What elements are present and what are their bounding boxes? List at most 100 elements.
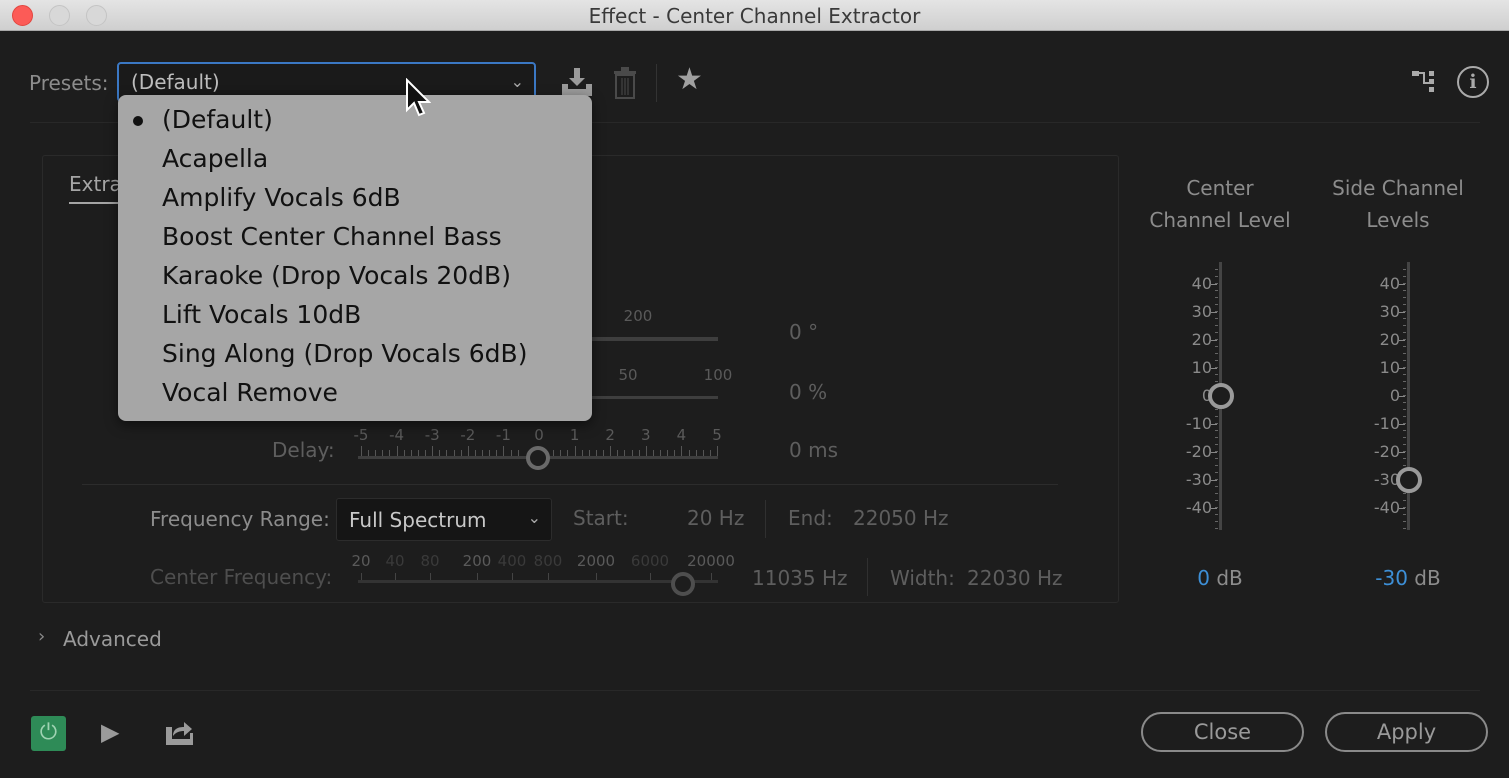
title-bar: Effect - Center Channel Extractor: [0, 0, 1509, 31]
center-frequency-knob[interactable]: [671, 572, 695, 596]
center-frequency-value: 11035 Hz: [752, 566, 848, 590]
center-title-line2: Channel Level: [1149, 208, 1291, 232]
delay-tick-mark: [361, 446, 362, 456]
center-level-unit: dB: [1216, 566, 1243, 590]
selected-bullet-icon: [133, 116, 143, 126]
delete-preset-icon[interactable]: [612, 66, 638, 100]
side-minor-tick: [1403, 429, 1406, 431]
play-icon[interactable]: ▶: [101, 718, 119, 746]
side-minor-tick: [1403, 520, 1406, 522]
preset-menu-item[interactable]: Karaoke (Drop Vocals 20dB): [162, 261, 511, 290]
side-minor-tick: [1403, 436, 1406, 438]
power-icon[interactable]: ⏻: [31, 716, 66, 751]
delay-tick-mark: [645, 446, 647, 456]
advanced-toggle[interactable]: Advanced: [63, 627, 162, 651]
delay-tick-mark: [610, 446, 612, 456]
apply-button[interactable]: Apply: [1325, 712, 1488, 752]
side-scale-label: 30: [1379, 302, 1400, 321]
preset-menu-item[interactable]: Amplify Vocals 6dB: [162, 183, 401, 212]
center-major-tick: [1211, 312, 1217, 313]
loop-export-icon[interactable]: [164, 719, 194, 746]
side-level-value[interactable]: -30: [1375, 566, 1408, 590]
end-value: 22050 Hz: [853, 506, 949, 530]
center-minor-tick: [1215, 499, 1218, 501]
center-minor-tick: [1215, 331, 1218, 333]
preset-menu-item[interactable]: Lift Vocals 10dB: [162, 300, 361, 329]
delay-tick-label: -2: [460, 426, 476, 444]
preset-menu-item[interactable]: Boost Center Channel Bass: [162, 222, 502, 251]
delay-tick-label: -3: [424, 426, 440, 444]
side-minor-tick: [1403, 380, 1406, 382]
side-minor-tick: [1403, 464, 1406, 466]
width-label: Width:: [890, 566, 955, 590]
preset-menu-item[interactable]: Sing Along (Drop Vocals 6dB): [162, 339, 527, 368]
delay-tick-label: 2: [605, 426, 615, 444]
delay-tick-mark: [396, 446, 398, 456]
side-scale-label: -40: [1373, 498, 1400, 517]
delay-tick-label: -4: [389, 426, 405, 444]
presets-value: (Default): [131, 70, 220, 94]
center-level-readout: 0 dB: [1140, 566, 1300, 590]
center-minor-tick: [1215, 352, 1218, 354]
center-frequency-tick-label: 40: [385, 552, 405, 570]
side-level-knob[interactable]: [1396, 467, 1422, 493]
close-button[interactable]: Close: [1141, 712, 1304, 752]
frequency-range-value: Full Spectrum: [349, 508, 487, 532]
center-channel-title: Center Channel Level: [1140, 172, 1300, 236]
side-scale-label: -20: [1373, 442, 1400, 461]
center-minor-tick: [1215, 380, 1218, 382]
side-major-tick: [1399, 312, 1405, 313]
side-major-tick: [1399, 284, 1405, 285]
preset-menu-item[interactable]: (Default): [162, 105, 273, 134]
mouse-cursor-icon: [406, 78, 431, 117]
save-preset-icon[interactable]: [560, 66, 594, 98]
pan-tick-label: 100: [703, 366, 733, 384]
center-frequency-tick-label: 20000: [687, 552, 735, 570]
pan-tick-label: 50: [618, 366, 638, 384]
favorite-star-icon[interactable]: ★: [676, 62, 703, 97]
center-frequency-tick-label: 800: [533, 552, 563, 570]
side-minor-tick: [1403, 296, 1406, 298]
separator: [867, 558, 868, 596]
center-level-value[interactable]: 0: [1197, 566, 1210, 590]
preset-menu-item[interactable]: Acapella: [162, 144, 268, 173]
delay-tick-label: 0: [534, 426, 544, 444]
center-scale-label: -20: [1185, 442, 1212, 461]
side-scale-label: 40: [1379, 274, 1400, 293]
center-minor-tick: [1215, 296, 1218, 298]
side-minor-tick: [1403, 443, 1406, 445]
delay-tick-mark: [432, 446, 434, 456]
side-scale-label: 10: [1379, 358, 1400, 377]
side-scale-label: -10: [1373, 414, 1400, 433]
center-major-tick: [1211, 452, 1217, 453]
center-major-tick: [1211, 424, 1217, 425]
center-major-tick: [1211, 508, 1217, 509]
center-minor-tick: [1215, 268, 1218, 270]
center-frequency-tick-label: 20: [351, 552, 371, 570]
routing-icon[interactable]: [1410, 68, 1438, 96]
preset-menu-item[interactable]: Vocal Remove: [162, 378, 338, 407]
side-level-readout: -30 dB: [1328, 566, 1488, 590]
delay-tick-label: 1: [569, 426, 580, 444]
center-level-knob[interactable]: [1208, 383, 1234, 409]
center-minor-tick: [1215, 324, 1218, 326]
start-value: 20 Hz: [687, 506, 745, 530]
side-channel-title: Side Channel Levels: [1318, 172, 1478, 236]
window-title: Effect - Center Channel Extractor: [588, 4, 921, 28]
side-minor-tick: [1403, 387, 1406, 389]
pan-value: 0 %: [789, 380, 828, 404]
center-frequency-slider[interactable]: [358, 580, 718, 583]
side-major-tick: [1399, 368, 1405, 369]
center-minor-tick: [1215, 303, 1218, 305]
info-icon[interactable]: i: [1457, 66, 1489, 98]
center-minor-tick: [1215, 527, 1218, 529]
center-scale-label: -10: [1185, 414, 1212, 433]
delay-slider-knob[interactable]: [526, 446, 550, 470]
side-minor-tick: [1403, 345, 1406, 347]
delay-tick-label: 5: [712, 426, 722, 444]
side-scale-label: -30: [1373, 470, 1400, 489]
center-major-tick: [1211, 480, 1217, 481]
center-major-tick: [1211, 368, 1217, 369]
frequency-range-dropdown[interactable]: Full Spectrum ⌄: [336, 498, 552, 541]
chevron-right-icon[interactable]: ›: [38, 626, 45, 647]
